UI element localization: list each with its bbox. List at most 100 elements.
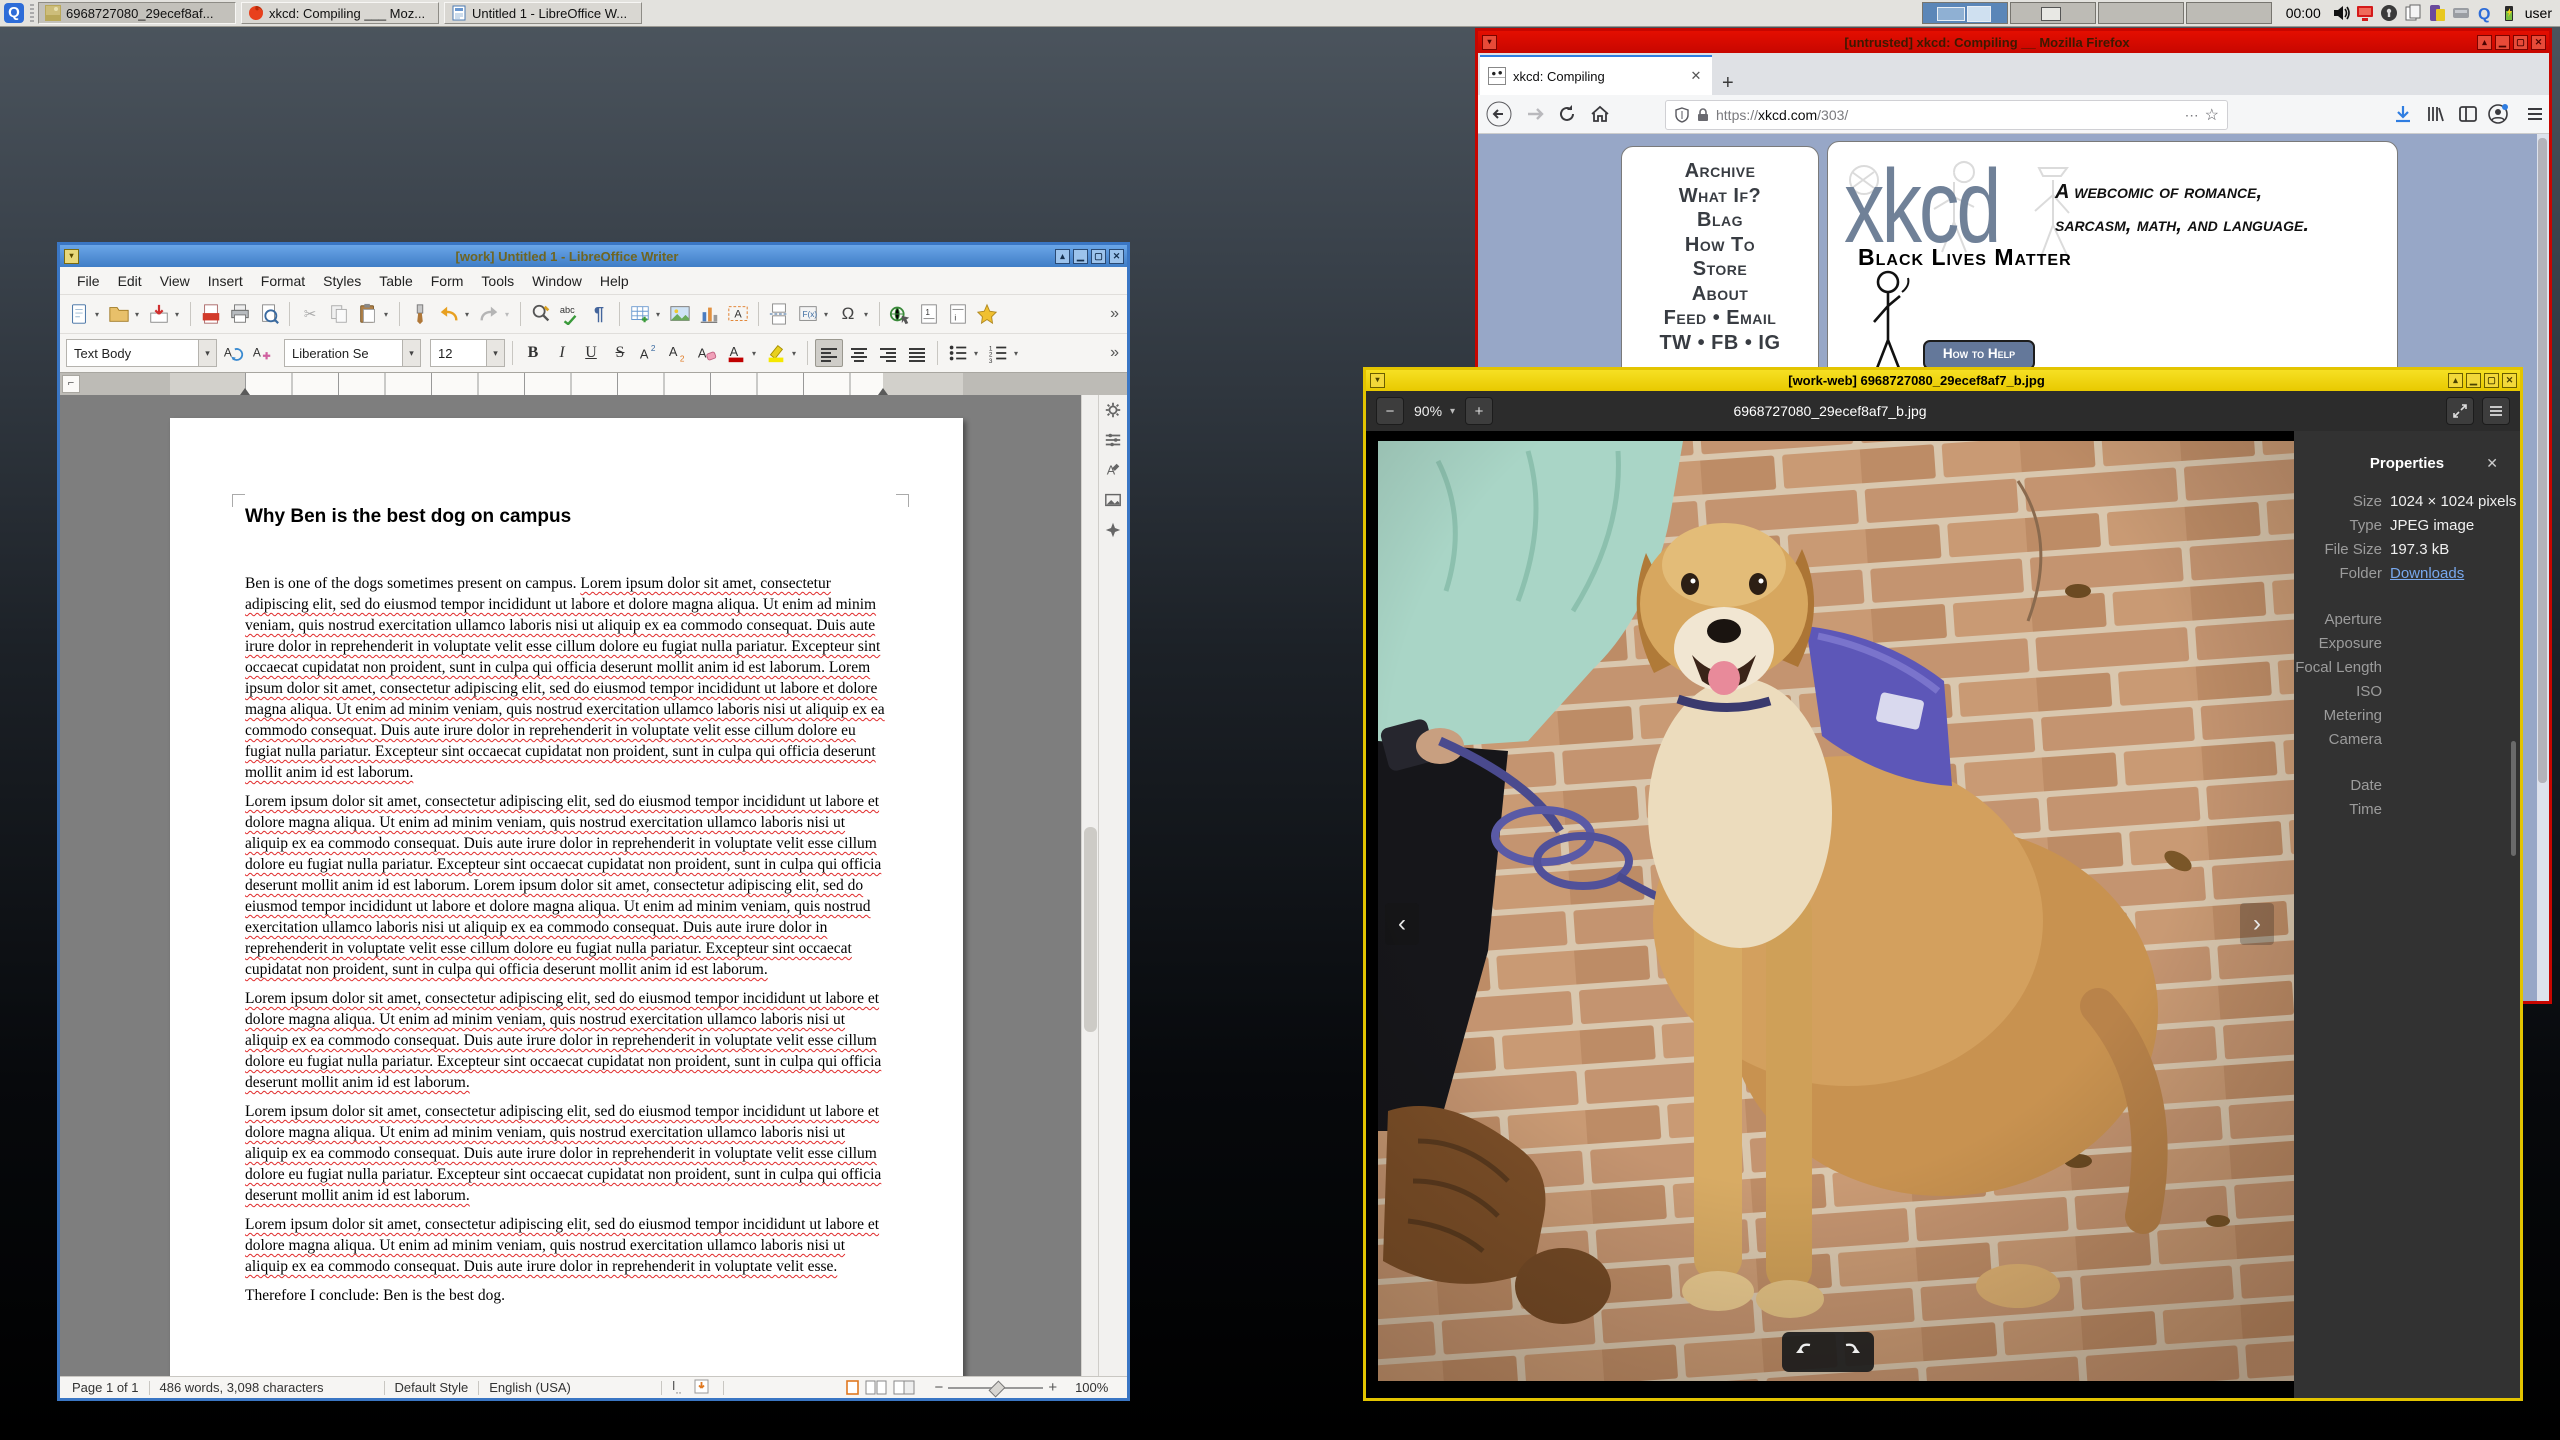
tab-stop-selector[interactable]: ⌐	[62, 375, 80, 393]
downloads-icon[interactable]	[2388, 99, 2418, 129]
insert-chart-icon[interactable]	[696, 301, 722, 327]
taskbar-window-firefox[interactable]: xkcd: Compiling ___ Moz...	[241, 2, 439, 24]
bold-icon[interactable]: B	[520, 340, 546, 366]
url-bar[interactable]: https://xkcd.com/303/ ⋯ ☆	[1665, 100, 2228, 130]
document-text[interactable]: Why Ben is the best dog on campus Ben is…	[245, 506, 885, 1314]
menu-item[interactable]: Table	[370, 270, 421, 292]
xkcd-menu-item[interactable]: Feed • Email	[1622, 306, 1818, 331]
copy-icon[interactable]	[326, 301, 352, 327]
print-icon[interactable]	[227, 301, 253, 327]
new-tab-button[interactable]: +	[1722, 72, 1734, 95]
toolbar-overflow-icon[interactable]: »	[1110, 344, 1119, 362]
single-page-view-icon[interactable]	[845, 1380, 859, 1395]
lock-icon[interactable]	[2379, 3, 2399, 23]
user-label[interactable]: user	[2525, 5, 2552, 21]
subscript-icon[interactable]: A2	[665, 340, 691, 366]
xkcd-menu-item[interactable]: Blag	[1622, 208, 1818, 233]
next-image-button[interactable]: ›	[2240, 903, 2274, 945]
insert-hyperlink-icon[interactable]	[887, 301, 913, 327]
workspace-3[interactable]	[2097, 2, 2184, 24]
disk-icon[interactable]	[2451, 3, 2471, 23]
xkcd-menu-item[interactable]: TW • FB • IG	[1622, 331, 1818, 356]
status-paragraph-style[interactable]: Default Style	[395, 1380, 469, 1395]
fullscreen-icon[interactable]	[2446, 397, 2474, 425]
open-icon[interactable]	[106, 301, 132, 327]
status-save-icon[interactable]	[694, 1379, 709, 1397]
sidebar-styles-icon[interactable]: A	[1104, 461, 1122, 479]
bullet-list-icon[interactable]	[945, 340, 971, 366]
xkcd-menu-item[interactable]: About	[1622, 282, 1818, 307]
viewer-menu-icon[interactable]	[2482, 397, 2510, 425]
status-wordcount[interactable]: 486 words, 3,098 characters	[160, 1380, 324, 1395]
save-icon[interactable]	[146, 301, 172, 327]
forward-button[interactable]	[1520, 99, 1550, 129]
clear-formatting-icon[interactable]: A	[694, 340, 720, 366]
xkcd-menu-item[interactable]: How To	[1622, 233, 1818, 258]
sidebar-navigator-icon[interactable]	[1104, 521, 1122, 539]
font-size-combo[interactable]: 12 ▾	[430, 339, 505, 367]
menu-item[interactable]: Insert	[199, 270, 252, 292]
sidebar-gallery-icon[interactable]	[1104, 491, 1122, 509]
indent-marker-left[interactable]	[240, 388, 250, 395]
multi-page-view-icon[interactable]	[865, 1380, 887, 1395]
folder-link[interactable]: Downloads	[2390, 565, 2464, 582]
menu-item[interactable]: Form	[422, 270, 473, 292]
menu-item[interactable]: Help	[591, 270, 638, 292]
superscript-icon[interactable]: A2	[636, 340, 662, 366]
status-page[interactable]: Page 1 of 1	[72, 1380, 139, 1395]
xkcd-menu-item[interactable]: What If?	[1622, 184, 1818, 209]
rotate-right-icon[interactable]	[1840, 1341, 1862, 1363]
how-to-help-button[interactable]: How to Help	[1923, 340, 2035, 370]
page-break-icon[interactable]	[766, 301, 792, 327]
book-view-icon[interactable]	[893, 1380, 915, 1395]
viewer-title-bar[interactable]: ▾ [work-web] 6968727080_29ecef8af7_b.jpg…	[1366, 370, 2520, 391]
tab-xkcd[interactable]: xkcd: Compiling ✕	[1480, 55, 1712, 95]
tab-close-icon[interactable]: ✕	[1688, 68, 1704, 84]
new-style-icon[interactable]: A	[249, 340, 275, 366]
menu-item[interactable]: Edit	[109, 270, 151, 292]
minimize-button[interactable]: ▁	[1073, 248, 1088, 264]
font-name-combo[interactable]: Liberation Se ▾	[284, 339, 421, 367]
back-button[interactable]	[1484, 99, 1514, 129]
properties-scrollbar[interactable]	[2511, 741, 2516, 856]
close-button[interactable]: ✕	[2502, 373, 2517, 388]
maximize-button[interactable]: ▢	[2484, 373, 2499, 388]
taskbar-window-image-viewer[interactable]: 6968727080_29ecef8af...	[38, 2, 236, 24]
undo-icon[interactable]	[436, 301, 462, 327]
align-right-icon[interactable]	[875, 340, 901, 366]
insert-image-icon[interactable]	[667, 301, 693, 327]
sidebar-properties-icon[interactable]	[1104, 431, 1122, 449]
minimize-button[interactable]: ▁	[2495, 34, 2510, 50]
status-selection-mode-icon[interactable]: I..	[672, 1378, 682, 1397]
strikethrough-icon[interactable]: S	[607, 340, 633, 366]
numbered-list-icon[interactable]: 123	[985, 340, 1011, 366]
align-center-icon[interactable]	[846, 340, 872, 366]
minimize-button[interactable]: ▁	[2466, 373, 2481, 388]
font-color-icon[interactable]: A	[723, 340, 749, 366]
volume-icon[interactable]	[2331, 3, 2351, 23]
insert-textbox-icon[interactable]: A	[725, 301, 751, 327]
status-zoom-percent[interactable]: 100%	[1075, 1380, 1108, 1395]
maximize-button[interactable]: ▢	[2513, 34, 2528, 50]
insert-endnote-icon[interactable]: i	[945, 301, 971, 327]
firefox-title-bar[interactable]: ▾ [untrusted] xkcd: Compiling __ Mozilla…	[1478, 31, 2549, 53]
sidebar-settings-icon[interactable]	[1104, 401, 1122, 419]
print-preview-icon[interactable]	[256, 301, 282, 327]
xkcd-menu-item[interactable]: Archive	[1622, 159, 1818, 184]
menu-item[interactable]: Styles	[314, 270, 370, 292]
library-icon[interactable]	[2420, 99, 2450, 129]
domains-icon[interactable]	[2355, 3, 2375, 23]
align-justify-icon[interactable]	[904, 340, 930, 366]
scrollbar-thumb[interactable]	[1084, 827, 1097, 1032]
shade-button[interactable]: ▴	[1055, 248, 1070, 264]
clone-formatting-icon[interactable]	[407, 301, 433, 327]
qubes-menu-icon[interactable]: Q	[4, 3, 24, 23]
home-button[interactable]	[1585, 99, 1615, 129]
insert-table-icon[interactable]	[627, 301, 653, 327]
sidebar-icon[interactable]	[2453, 99, 2483, 129]
page-actions-icon[interactable]: ⋯	[2185, 107, 2199, 124]
workspace-2[interactable]	[2009, 2, 2096, 24]
paste-icon[interactable]	[355, 301, 381, 327]
window-menu-icon[interactable]: ▾	[1370, 373, 1385, 388]
workspace-4[interactable]	[2185, 2, 2272, 24]
